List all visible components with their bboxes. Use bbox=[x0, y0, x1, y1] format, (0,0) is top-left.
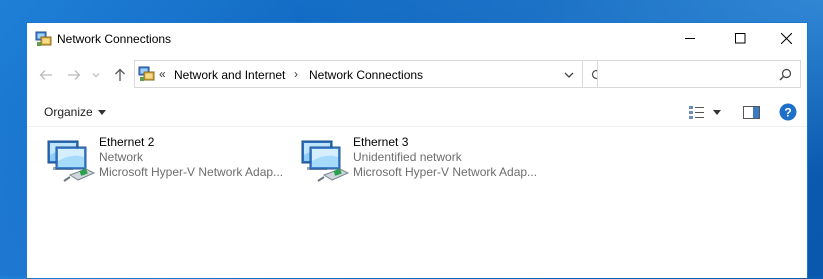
connection-status: Unidentified network bbox=[353, 150, 462, 164]
connection-status: Network bbox=[99, 150, 144, 164]
recent-locations-button[interactable] bbox=[91, 66, 101, 84]
view-details-icon bbox=[689, 106, 704, 119]
overflow-chevron[interactable]: « bbox=[159, 67, 166, 81]
chevron-down-icon bbox=[713, 109, 721, 115]
maximize-icon bbox=[734, 33, 745, 44]
network-connections-icon bbox=[35, 31, 52, 46]
close-button[interactable] bbox=[763, 23, 809, 54]
breadcrumb-separator[interactable]: › bbox=[294, 67, 298, 81]
minimize-button[interactable] bbox=[667, 23, 713, 54]
network-connections-icon bbox=[138, 66, 155, 81]
network-adapter-icon bbox=[301, 140, 350, 182]
search-input[interactable] bbox=[602, 64, 776, 86]
forward-button[interactable] bbox=[65, 66, 83, 84]
network-adapter-icon bbox=[47, 140, 96, 182]
title-bar[interactable]: Network Connections bbox=[27, 23, 807, 55]
back-button[interactable] bbox=[37, 66, 55, 84]
organize-button[interactable]: Organize bbox=[44, 105, 106, 119]
command-bar: Organize ? bbox=[27, 97, 807, 127]
chevron-down-icon bbox=[92, 73, 100, 78]
svg-text:?: ? bbox=[784, 106, 791, 120]
forward-arrow-icon bbox=[68, 70, 81, 80]
navigation-bar: « Network and Internet › Network Connect… bbox=[27, 60, 807, 90]
preview-pane-button[interactable] bbox=[743, 103, 760, 121]
connection-details: Ethernet 3 Unidentified network Microsof… bbox=[353, 135, 548, 180]
connection-adapter: Microsoft Hyper-V Network Adap... bbox=[99, 165, 284, 179]
up-button[interactable] bbox=[111, 66, 129, 84]
change-view-button[interactable] bbox=[688, 103, 706, 121]
back-arrow-icon bbox=[39, 70, 52, 80]
organize-label: Organize bbox=[44, 105, 93, 119]
connection-adapter: Microsoft Hyper-V Network Adap... bbox=[353, 165, 538, 179]
address-bar[interactable]: « Network and Internet › Network Connect… bbox=[134, 60, 583, 88]
breadcrumb-network-and-internet[interactable]: Network and Internet bbox=[174, 68, 285, 82]
address-dropdown-icon[interactable] bbox=[562, 68, 576, 82]
preview-pane-icon bbox=[743, 105, 760, 119]
up-arrow-icon bbox=[115, 68, 125, 81]
chevron-down-icon bbox=[97, 109, 106, 115]
view-options-dropdown[interactable] bbox=[713, 103, 721, 121]
search-icon[interactable] bbox=[779, 68, 792, 81]
connection-ethernet-3[interactable]: Ethernet 3 Unidentified network Microsof… bbox=[300, 135, 550, 195]
breadcrumb-network-connections[interactable]: Network Connections bbox=[309, 68, 423, 82]
connections-list: Ethernet 2 Network Microsoft Hyper-V Net… bbox=[27, 127, 807, 279]
search-box[interactable] bbox=[597, 60, 801, 88]
help-icon: ? bbox=[779, 103, 797, 121]
connection-name: Ethernet 2 bbox=[99, 135, 155, 149]
connection-details: Ethernet 2 Network Microsoft Hyper-V Net… bbox=[99, 135, 294, 180]
minimize-icon bbox=[684, 38, 695, 39]
connection-ethernet-2[interactable]: Ethernet 2 Network Microsoft Hyper-V Net… bbox=[46, 135, 296, 195]
close-icon bbox=[780, 33, 792, 44]
help-button[interactable]: ? bbox=[779, 103, 797, 121]
connection-name: Ethernet 3 bbox=[353, 135, 409, 149]
maximize-button[interactable] bbox=[717, 23, 763, 54]
window-title: Network Connections bbox=[57, 32, 172, 46]
network-connections-window: Network Connections « Network and Intern… bbox=[26, 22, 808, 278]
